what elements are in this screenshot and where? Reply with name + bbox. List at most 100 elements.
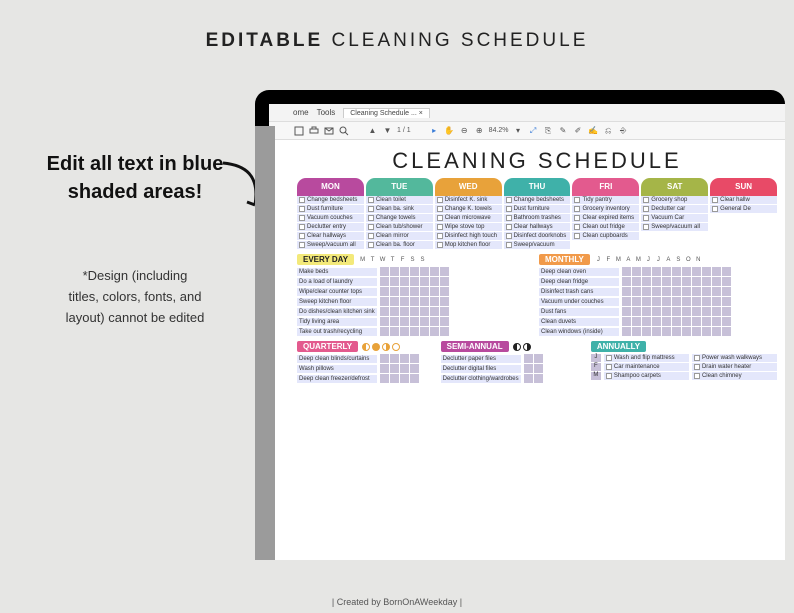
task-item[interactable]: Clean ba. floor: [366, 241, 433, 250]
task-name[interactable]: Do dishes/clean kitchen sink: [297, 308, 377, 316]
checkbox[interactable]: [506, 206, 512, 212]
check-cell[interactable]: [632, 287, 641, 296]
check-cell[interactable]: [632, 277, 641, 286]
check-cell[interactable]: [430, 317, 439, 326]
check-cell[interactable]: [692, 277, 701, 286]
check-cell[interactable]: [420, 317, 429, 326]
check-cell[interactable]: [400, 354, 409, 363]
check-cell[interactable]: [524, 364, 533, 373]
check-cell[interactable]: [632, 307, 641, 316]
zoom-out-icon[interactable]: ⊖: [459, 125, 470, 136]
task-item[interactable]: Clear hallways: [504, 223, 571, 232]
checkbox[interactable]: [368, 215, 374, 221]
check-cell[interactable]: [712, 287, 721, 296]
check-cell[interactable]: [390, 297, 399, 306]
highlight-icon[interactable]: ✐: [573, 125, 584, 136]
check-cell[interactable]: [672, 327, 681, 336]
check-cell[interactable]: [672, 307, 681, 316]
fit-icon[interactable]: ⤢: [528, 125, 539, 136]
check-cell[interactable]: [380, 267, 389, 276]
check-cell[interactable]: [692, 287, 701, 296]
check-cell[interactable]: [692, 317, 701, 326]
check-cell[interactable]: [390, 317, 399, 326]
check-cell[interactable]: [390, 327, 399, 336]
document-tab[interactable]: Cleaning Schedule ... ×: [343, 108, 430, 118]
checkbox[interactable]: [643, 224, 649, 230]
check-cell[interactable]: [400, 297, 409, 306]
checkbox[interactable]: [643, 215, 649, 221]
check-cell[interactable]: [642, 307, 651, 316]
check-cell[interactable]: [430, 297, 439, 306]
check-cell[interactable]: [420, 267, 429, 276]
check-cell[interactable]: [430, 307, 439, 316]
checkbox[interactable]: [299, 233, 305, 239]
check-cell[interactable]: [430, 287, 439, 296]
checkbox[interactable]: [368, 224, 374, 230]
attach-icon[interactable]: ⎆: [618, 125, 629, 136]
checkbox[interactable]: [506, 233, 512, 239]
check-cell[interactable]: [722, 307, 731, 316]
checkbox[interactable]: [299, 215, 305, 221]
check-cell[interactable]: [682, 277, 691, 286]
check-cell[interactable]: [430, 267, 439, 276]
task-item[interactable]: Sweep/vacuum all: [641, 223, 708, 232]
task-name[interactable]: Deep clean freezer/defrost: [297, 375, 377, 383]
check-cell[interactable]: [712, 317, 721, 326]
check-cell[interactable]: [672, 267, 681, 276]
check-cell[interactable]: [400, 307, 409, 316]
chevron-down-icon[interactable]: ▾: [513, 125, 524, 136]
annual-task[interactable]: Shampoo carpets: [604, 372, 689, 380]
check-cell[interactable]: [622, 287, 631, 296]
annual-task[interactable]: Clean chimney: [692, 372, 777, 380]
bookmark-icon[interactable]: ⎘: [543, 125, 554, 136]
check-cell[interactable]: [682, 327, 691, 336]
check-cell[interactable]: [702, 317, 711, 326]
check-cell[interactable]: [410, 317, 419, 326]
check-cell[interactable]: [534, 354, 543, 363]
task-item[interactable]: Clear expired items: [572, 214, 639, 223]
check-cell[interactable]: [682, 287, 691, 296]
check-cell[interactable]: [440, 297, 449, 306]
check-cell[interactable]: [440, 277, 449, 286]
task-item[interactable]: Clean mirror: [366, 232, 433, 241]
check-cell[interactable]: [682, 307, 691, 316]
check-cell[interactable]: [380, 277, 389, 286]
checkbox[interactable]: [712, 197, 718, 203]
checkbox[interactable]: [574, 224, 580, 230]
checkbox[interactable]: [712, 206, 718, 212]
task-item[interactable]: Disinfect K. sink: [435, 196, 502, 205]
check-cell[interactable]: [632, 297, 641, 306]
task-name[interactable]: Vacuum under couches: [539, 298, 619, 306]
check-cell[interactable]: [622, 307, 631, 316]
check-cell[interactable]: [380, 297, 389, 306]
check-cell[interactable]: [400, 317, 409, 326]
check-cell[interactable]: [692, 327, 701, 336]
check-cell[interactable]: [410, 354, 419, 363]
checkbox[interactable]: [368, 206, 374, 212]
checkbox[interactable]: [368, 233, 374, 239]
check-cell[interactable]: [390, 277, 399, 286]
checkbox[interactable]: [506, 197, 512, 203]
check-cell[interactable]: [524, 374, 533, 383]
check-cell[interactable]: [712, 277, 721, 286]
task-name[interactable]: Tidy living area: [297, 318, 377, 326]
check-cell[interactable]: [380, 287, 389, 296]
check-cell[interactable]: [380, 354, 389, 363]
checkbox[interactable]: [643, 197, 649, 203]
check-cell[interactable]: [390, 354, 399, 363]
check-cell[interactable]: [682, 297, 691, 306]
check-cell[interactable]: [652, 267, 661, 276]
check-cell[interactable]: [410, 267, 419, 276]
checkbox[interactable]: [437, 206, 443, 212]
task-name[interactable]: Dust fans: [539, 308, 619, 316]
check-cell[interactable]: [380, 374, 389, 383]
annual-task[interactable]: Power wash walkways: [692, 354, 777, 362]
page-down-icon[interactable]: ▼: [382, 125, 393, 136]
task-name[interactable]: Wash pillows: [297, 365, 377, 373]
annual-task[interactable]: Car maintenance: [604, 363, 689, 371]
page-up-icon[interactable]: ▲: [367, 125, 378, 136]
check-cell[interactable]: [410, 297, 419, 306]
check-cell[interactable]: [712, 307, 721, 316]
check-cell[interactable]: [702, 277, 711, 286]
checkbox[interactable]: [299, 224, 305, 230]
